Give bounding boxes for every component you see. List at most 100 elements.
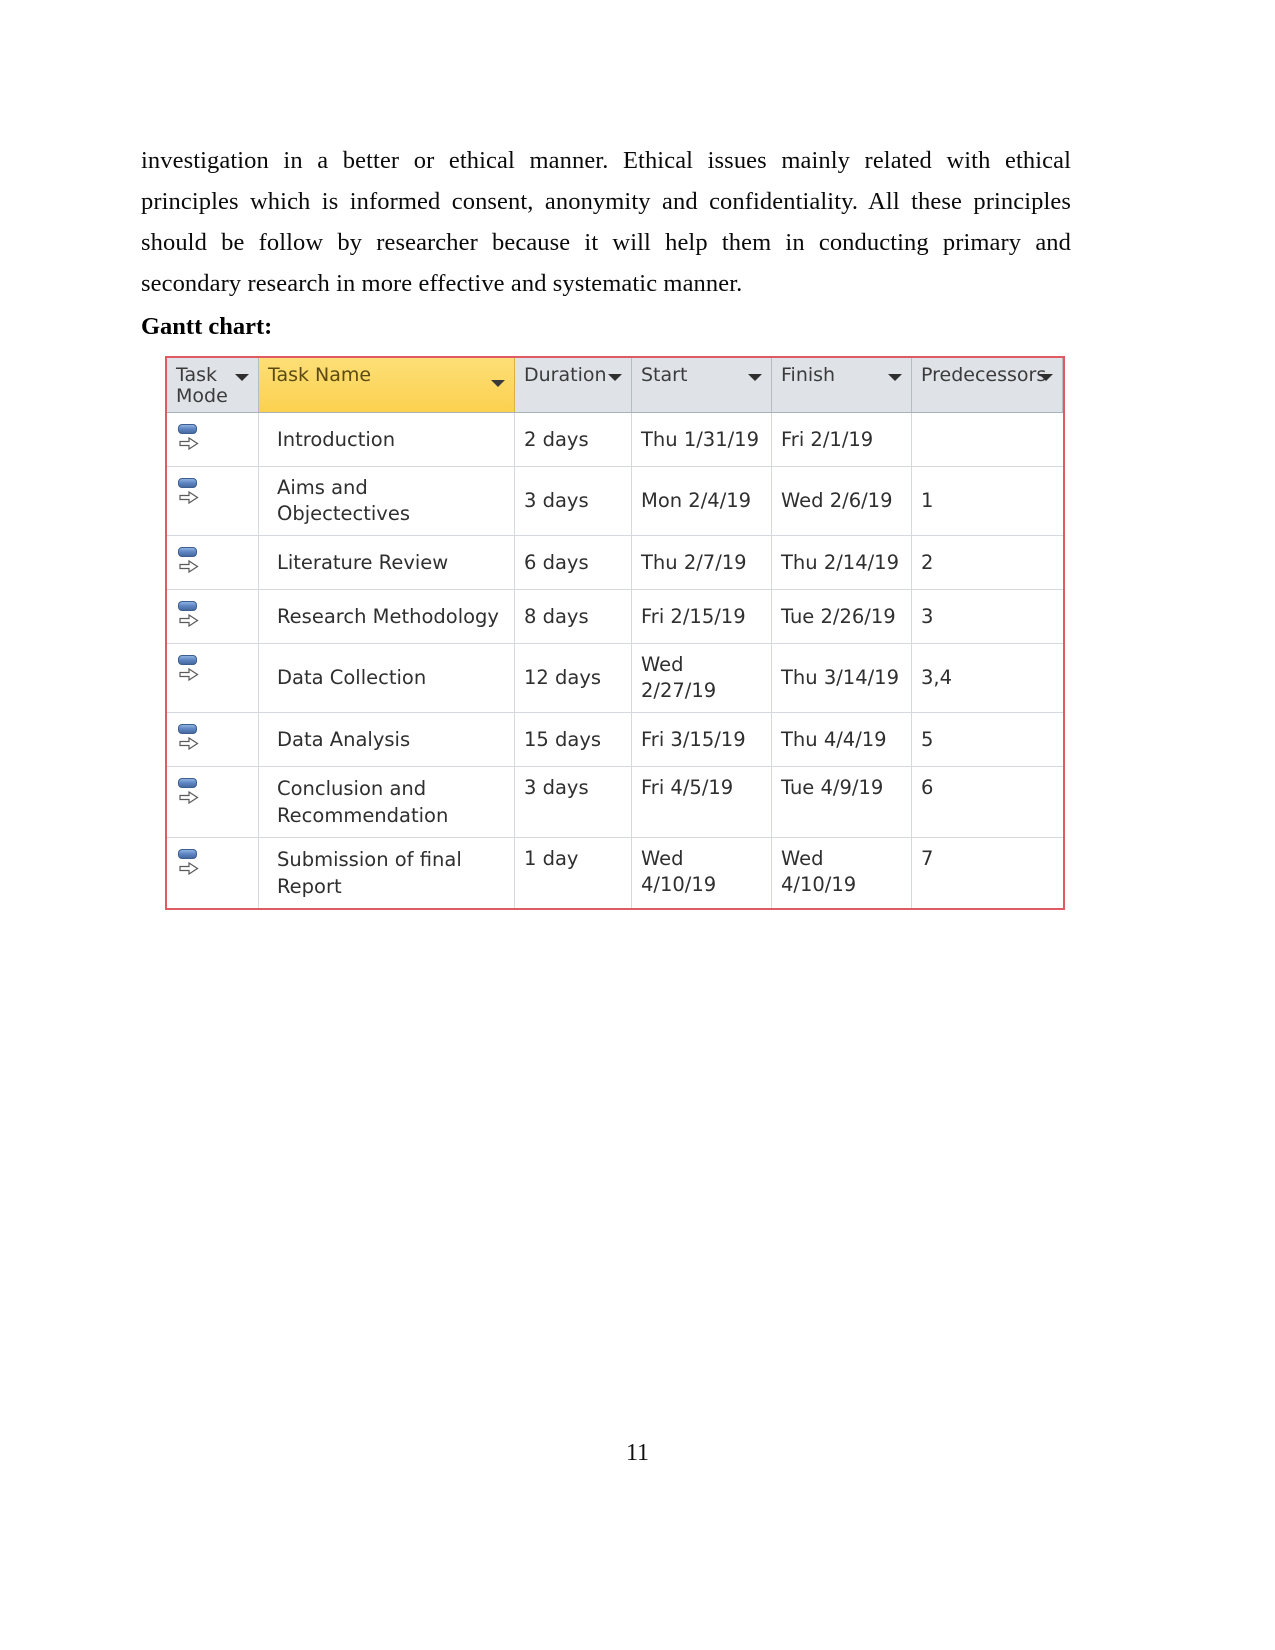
- task-mode-cell[interactable]: [167, 536, 259, 589]
- page-content: investigation in a better or ethical man…: [141, 140, 1071, 347]
- finish-cell[interactable]: Tue 2/26/19: [772, 590, 912, 643]
- start-cell[interactable]: Wed 2/27/19: [632, 644, 772, 712]
- task-name-text: Conclusion and Recommendation: [277, 777, 449, 827]
- task-name-text: Research Methodology: [277, 604, 499, 628]
- start-text: Thu 2/7/19: [641, 550, 747, 574]
- predecessors-cell[interactable]: 5: [912, 713, 1063, 766]
- duration-text: 1 day: [524, 847, 579, 870]
- task-name-cell[interactable]: Submission of final Report: [259, 838, 515, 908]
- predecessors-cell[interactable]: 7: [912, 838, 1063, 908]
- body-paragraph: investigation in a better or ethical man…: [141, 147, 1071, 297]
- predecessors-text: 5: [921, 727, 934, 751]
- predecessors-cell[interactable]: 6: [912, 767, 1063, 837]
- task-name-cell[interactable]: Data Analysis: [259, 713, 515, 766]
- auto-scheduled-icon: [177, 477, 201, 507]
- start-cell[interactable]: Mon 2/4/19: [632, 467, 772, 535]
- task-mode-cell[interactable]: [167, 767, 259, 837]
- column-header-duration[interactable]: Duration: [515, 358, 632, 412]
- start-text: Wed 4/10/19: [641, 847, 717, 896]
- table-row[interactable]: Introduction 2 days Thu 1/31/19 Fri 2/1/…: [167, 413, 1063, 467]
- task-name-cell[interactable]: Conclusion and Recommendation: [259, 767, 515, 837]
- start-text: Fri 2/15/19: [641, 604, 746, 628]
- finish-cell[interactable]: Tue 4/9/19: [772, 767, 912, 837]
- column-header-predecessors[interactable]: Predecessors: [912, 358, 1063, 412]
- finish-text: Thu 2/14/19: [781, 550, 899, 574]
- filter-dropdown-icon[interactable]: [235, 374, 249, 381]
- duration-cell[interactable]: 12 days: [515, 644, 632, 712]
- table-row[interactable]: Data Collection 12 days Wed 2/27/19 Thu …: [167, 644, 1063, 713]
- auto-scheduled-icon: [177, 600, 201, 630]
- task-name-cell[interactable]: Introduction: [259, 413, 515, 466]
- duration-cell[interactable]: 6 days: [515, 536, 632, 589]
- finish-cell[interactable]: Wed 4/10/19: [772, 838, 912, 908]
- task-name-text: Data Analysis: [277, 727, 411, 751]
- start-cell[interactable]: Fri 2/15/19: [632, 590, 772, 643]
- finish-cell[interactable]: Fri 2/1/19: [772, 413, 912, 466]
- finish-text: Thu 4/4/19: [781, 727, 887, 751]
- filter-dropdown-icon[interactable]: [748, 374, 762, 381]
- task-name-cell[interactable]: Research Methodology: [259, 590, 515, 643]
- duration-cell[interactable]: 1 day: [515, 838, 632, 908]
- predecessors-text: 3: [921, 604, 934, 628]
- predecessors-text: 7: [921, 847, 934, 870]
- table-row[interactable]: Conclusion and Recommendation 3 days Fri…: [167, 767, 1063, 838]
- task-mode-cell[interactable]: [167, 413, 259, 466]
- filter-dropdown-icon[interactable]: [1039, 374, 1053, 381]
- finish-cell[interactable]: Thu 2/14/19: [772, 536, 912, 589]
- predecessors-cell[interactable]: 2: [912, 536, 1063, 589]
- column-header-finish[interactable]: Finish: [772, 358, 912, 412]
- predecessors-cell[interactable]: 3,4: [912, 644, 1063, 712]
- task-name-cell[interactable]: Data Collection: [259, 644, 515, 712]
- start-cell[interactable]: Fri 3/15/19: [632, 713, 772, 766]
- filter-dropdown-icon[interactable]: [888, 374, 902, 381]
- duration-cell[interactable]: 3 days: [515, 467, 632, 535]
- finish-cell[interactable]: Thu 3/14/19: [772, 644, 912, 712]
- column-header-label: Predecessors: [921, 364, 1047, 386]
- predecessors-text: 3,4: [921, 666, 953, 689]
- column-header-label: Task Mode: [176, 364, 228, 407]
- filter-dropdown-icon[interactable]: [608, 374, 622, 381]
- table-row[interactable]: Data Analysis 15 days Fri 3/15/19 Thu 4/…: [167, 713, 1063, 767]
- predecessors-text: 1: [921, 489, 934, 512]
- page-number: 11: [625, 1440, 650, 1466]
- finish-cell[interactable]: Thu 4/4/19: [772, 713, 912, 766]
- predecessors-cell[interactable]: [912, 413, 1063, 466]
- duration-cell[interactable]: 3 days: [515, 767, 632, 837]
- auto-scheduled-icon: [177, 848, 201, 878]
- filter-dropdown-icon[interactable]: [491, 380, 505, 387]
- predecessors-cell[interactable]: 3: [912, 590, 1063, 643]
- finish-cell[interactable]: Wed 2/6/19: [772, 467, 912, 535]
- table-row[interactable]: Literature Review 6 days Thu 2/7/19 Thu …: [167, 536, 1063, 590]
- duration-cell[interactable]: 15 days: [515, 713, 632, 766]
- start-text: Mon 2/4/19: [641, 489, 752, 512]
- task-mode-cell[interactable]: [167, 838, 259, 908]
- column-header-label: Task Name: [268, 364, 372, 386]
- task-mode-cell[interactable]: [167, 590, 259, 643]
- task-name-cell[interactable]: Literature Review: [259, 536, 515, 589]
- column-header-label: Finish: [781, 364, 836, 386]
- start-cell[interactable]: Wed 4/10/19: [632, 838, 772, 908]
- start-cell[interactable]: Fri 4/5/19: [632, 767, 772, 837]
- column-header-task-mode[interactable]: Task Mode: [167, 358, 259, 412]
- start-text: Thu 1/31/19: [641, 427, 759, 451]
- predecessors-cell[interactable]: 1: [912, 467, 1063, 535]
- table-row[interactable]: Aims and Objectectives 3 days Mon 2/4/19…: [167, 467, 1063, 536]
- task-name-cell[interactable]: Aims and Objectectives: [259, 467, 515, 535]
- duration-text: 2 days: [524, 427, 589, 451]
- duration-text: 3 days: [524, 776, 589, 799]
- start-cell[interactable]: Thu 2/7/19: [632, 536, 772, 589]
- finish-text: Fri 2/1/19: [781, 427, 874, 451]
- duration-cell[interactable]: 2 days: [515, 413, 632, 466]
- start-text: Wed 2/27/19: [641, 653, 717, 702]
- task-mode-cell[interactable]: [167, 467, 259, 535]
- task-mode-cell[interactable]: [167, 713, 259, 766]
- duration-cell[interactable]: 8 days: [515, 590, 632, 643]
- table-row[interactable]: Research Methodology 8 days Fri 2/15/19 …: [167, 590, 1063, 644]
- table-row[interactable]: Submission of final Report 1 day Wed 4/1…: [167, 838, 1063, 908]
- finish-text: Wed 2/6/19: [781, 489, 893, 512]
- task-mode-cell[interactable]: [167, 644, 259, 712]
- auto-scheduled-icon: [177, 723, 201, 753]
- start-cell[interactable]: Thu 1/31/19: [632, 413, 772, 466]
- column-header-task-name[interactable]: Task Name: [259, 358, 515, 412]
- column-header-start[interactable]: Start: [632, 358, 772, 412]
